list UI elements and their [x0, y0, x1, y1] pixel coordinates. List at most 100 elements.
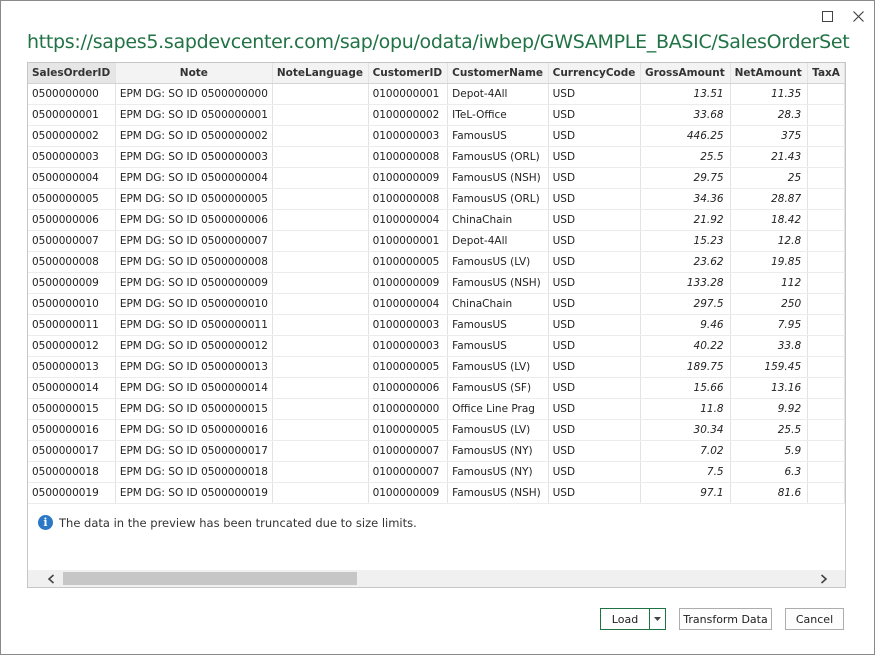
- table-cell: [807, 440, 845, 462]
- table-header-row: SalesOrderID Note NoteLanguage CustomerID Cu…: [28, 63, 845, 84]
- table-cell: 0100000001: [368, 83, 449, 105]
- table-cell: 9.46: [640, 314, 731, 336]
- column-header[interactable]: TaxA: [807, 63, 845, 84]
- table-cell: USD: [548, 83, 642, 105]
- scroll-left-button[interactable]: [42, 570, 59, 587]
- chevron-down-icon: [654, 616, 661, 621]
- table-cell: [807, 125, 845, 147]
- table-cell: USD: [548, 377, 642, 399]
- load-dropdown-button[interactable]: [650, 609, 665, 629]
- column-header[interactable]: NetAmount: [730, 63, 809, 84]
- table-cell: FamousUS: [447, 125, 549, 147]
- table-cell: 13.16: [730, 377, 809, 399]
- table-cell: 0500000007: [28, 230, 116, 252]
- table-cell: 23.62: [640, 251, 731, 273]
- table-cell: 0100000006: [368, 377, 449, 399]
- table-cell: 15.66: [640, 377, 731, 399]
- column-header[interactable]: CurrencyCode: [548, 63, 642, 84]
- dialog-title: https://sapes5.sapdevcenter.com/sap/opu/…: [27, 31, 850, 53]
- table-cell: [807, 209, 845, 231]
- table-cell: 28.3: [730, 104, 809, 126]
- cancel-button[interactable]: Cancel: [785, 608, 844, 630]
- table-cell: USD: [548, 335, 642, 357]
- maximize-button[interactable]: [818, 7, 836, 25]
- horizontal-scrollbar[interactable]: [28, 570, 845, 587]
- table-row: 0500000006 EPM DG: SO ID 0500000006 010000…: [28, 209, 845, 231]
- table-cell: 112: [730, 272, 809, 294]
- table-cell: FamousUS: [447, 314, 549, 336]
- table-cell: [272, 377, 369, 399]
- table-cell: EPM DG: SO ID 0500000001: [115, 104, 273, 126]
- table-cell: USD: [548, 440, 642, 462]
- truncation-notice: i The data in the preview has been trunc…: [38, 515, 417, 530]
- column-header[interactable]: CustomerName: [447, 63, 549, 84]
- table-cell: 12.8: [730, 230, 809, 252]
- table-cell: USD: [548, 293, 642, 315]
- table-cell: Office Line Prag: [447, 398, 549, 420]
- table-row: 0500000003 EPM DG: SO ID 0500000003 010000…: [28, 146, 845, 168]
- table-cell: 0500000001: [28, 104, 116, 126]
- table-cell: 25: [730, 167, 809, 189]
- table-cell: [807, 293, 845, 315]
- navigator-dialog: https://sapes5.sapdevcenter.com/sap/opu/…: [0, 0, 875, 655]
- table-cell: 0100000003: [368, 125, 449, 147]
- table-row: 0500000016 EPM DG: SO ID 0500000016 010000…: [28, 419, 845, 441]
- table-cell: [272, 440, 369, 462]
- table-cell: 30.34: [640, 419, 731, 441]
- table-cell: [807, 461, 845, 483]
- scroll-thumb[interactable]: [63, 572, 357, 585]
- scroll-right-button[interactable]: [815, 570, 832, 587]
- column-header[interactable]: GrossAmount: [640, 63, 731, 84]
- table-cell: 25.5: [730, 419, 809, 441]
- table-cell: EPM DG: SO ID 0500000016: [115, 419, 273, 441]
- table-cell: 0100000001: [368, 230, 449, 252]
- table-cell: [807, 188, 845, 210]
- table-cell: 0500000004: [28, 167, 116, 189]
- table-cell: 375: [730, 125, 809, 147]
- table-cell: [272, 209, 369, 231]
- table-cell: [807, 419, 845, 441]
- table-cell: 0100000002: [368, 104, 449, 126]
- table-cell: [807, 251, 845, 273]
- table-cell: 21.92: [640, 209, 731, 231]
- table-cell: [272, 419, 369, 441]
- table-cell: 0500000010: [28, 293, 116, 315]
- table-cell: EPM DG: SO ID 0500000018: [115, 461, 273, 483]
- table-cell: 0500000009: [28, 272, 116, 294]
- table-cell: [807, 104, 845, 126]
- transform-data-button[interactable]: Transform Data: [679, 608, 772, 630]
- table-cell: [272, 167, 369, 189]
- table-cell: EPM DG: SO ID 0500000006: [115, 209, 273, 231]
- column-header[interactable]: NoteLanguage: [272, 63, 369, 84]
- table-cell: EPM DG: SO ID 0500000019: [115, 482, 273, 504]
- table-cell: 0500000005: [28, 188, 116, 210]
- table-row: 0500000013 EPM DG: SO ID 0500000013 010000…: [28, 356, 845, 378]
- table-cell: USD: [548, 314, 642, 336]
- table-cell: 159.45: [730, 356, 809, 378]
- table-row: 0500000001 EPM DG: SO ID 0500000001 010000…: [28, 104, 845, 126]
- table-cell: 0500000012: [28, 335, 116, 357]
- table-row: 0500000010 EPM DG: SO ID 0500000010 010000…: [28, 293, 845, 315]
- column-header[interactable]: Note: [115, 63, 273, 84]
- table-row: 0500000004 EPM DG: SO ID 0500000004 010000…: [28, 167, 845, 189]
- table-cell: EPM DG: SO ID 0500000014: [115, 377, 273, 399]
- column-header[interactable]: SalesOrderID: [28, 63, 116, 84]
- table-cell: 0100000005: [368, 419, 449, 441]
- table-cell: 7.02: [640, 440, 731, 462]
- table-cell: ChinaChain: [447, 293, 549, 315]
- table-cell: ChinaChain: [447, 209, 549, 231]
- table-cell: EPM DG: SO ID 0500000003: [115, 146, 273, 168]
- table-cell: 0100000009: [368, 482, 449, 504]
- load-button[interactable]: Load: [601, 609, 650, 629]
- load-split-button[interactable]: Load: [600, 608, 666, 630]
- table-cell: [807, 398, 845, 420]
- table-row: 0500000011 EPM DG: SO ID 0500000011 010000…: [28, 314, 845, 336]
- table-cell: [807, 146, 845, 168]
- notice-text: The data in the preview has been truncat…: [59, 515, 417, 530]
- table-row: 0500000002 EPM DG: SO ID 0500000002 010000…: [28, 125, 845, 147]
- table-cell: FamousUS (NSH): [447, 167, 549, 189]
- column-header[interactable]: CustomerID: [368, 63, 449, 84]
- close-button[interactable]: [849, 7, 867, 25]
- table-cell: 0100000004: [368, 293, 449, 315]
- table-cell: 0500000017: [28, 440, 116, 462]
